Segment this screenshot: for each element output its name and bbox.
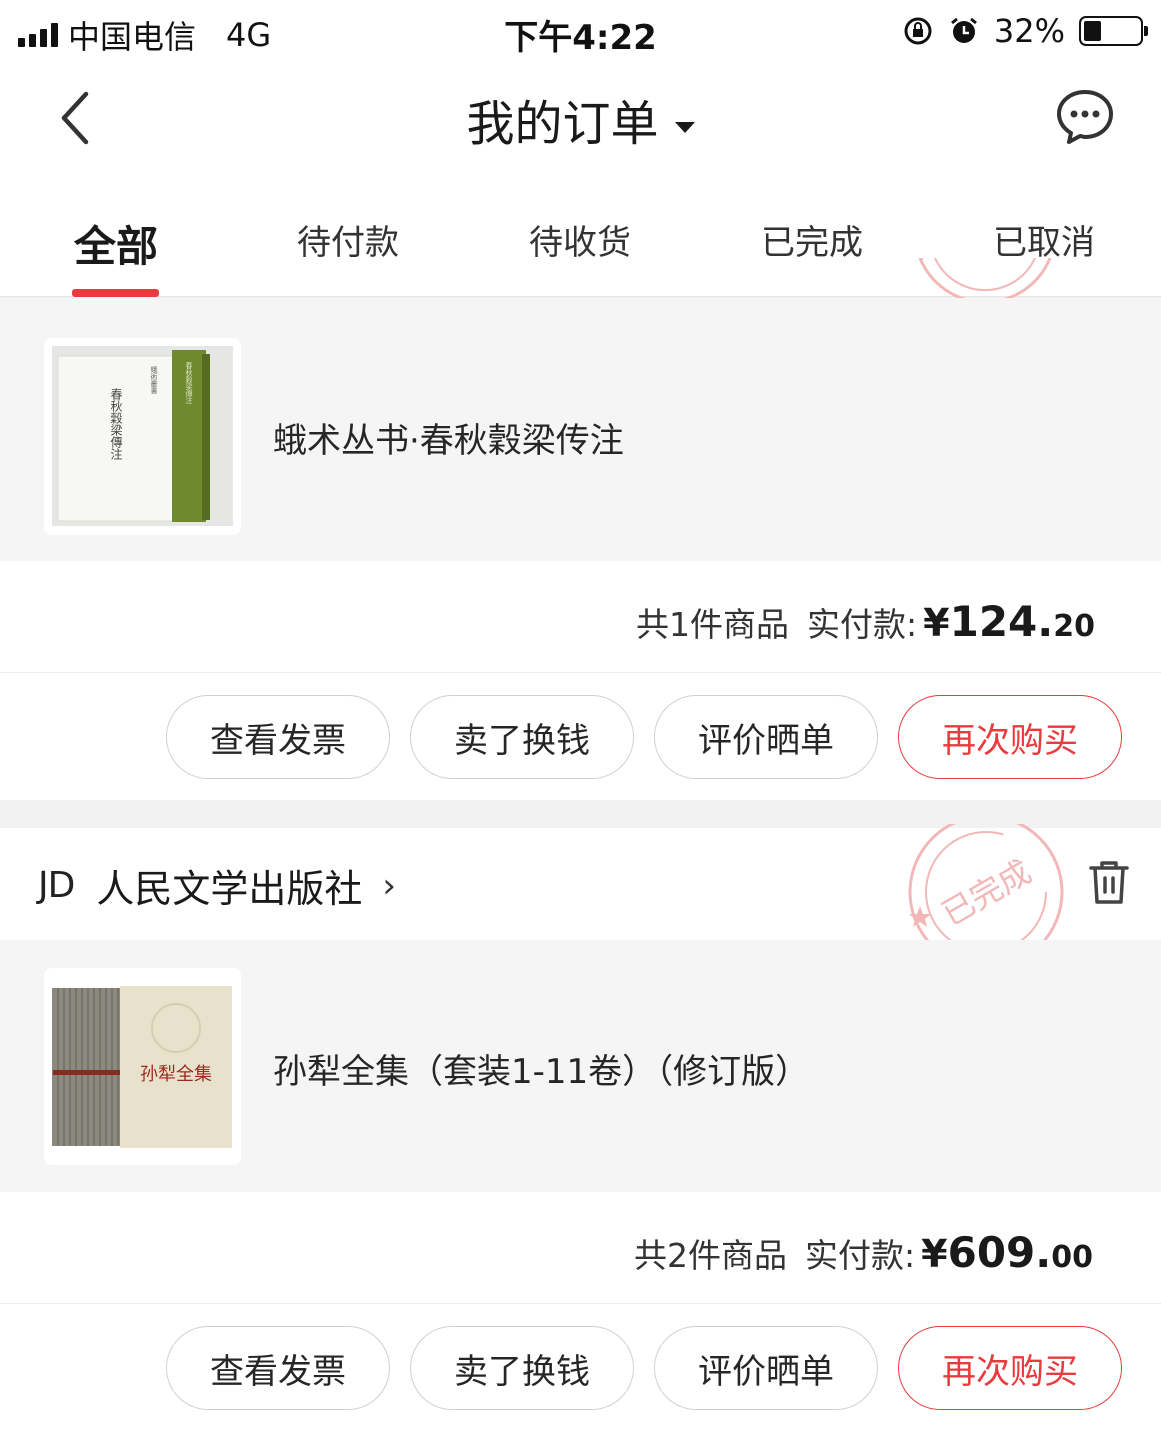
order-actions: 查看发票 卖了换钱 评价晒单 再次购买	[0, 1304, 1161, 1430]
status-bar: 中国电信 4G 下午4:22 32%	[0, 0, 1161, 60]
shop-link[interactable]: JD 人民文学出版社 ›	[38, 858, 396, 913]
currency-symbol: ¥	[921, 1232, 948, 1276]
tab-all[interactable]: 全部	[0, 213, 232, 274]
message-icon[interactable]	[1055, 86, 1115, 146]
order-card[interactable]: 春秋穀梁傳注 蛾術叢書 春秋穀梁傳注 蛾术丛书·春秋穀梁传注 共1件商品 实付款…	[0, 258, 1161, 800]
order-total: 共1件商品 实付款: ¥124.20	[636, 597, 1095, 646]
alarm-icon	[950, 17, 977, 43]
order-header: JD 人民文学出版社 › 已完成	[0, 824, 1161, 970]
product-row[interactable]: 孙犁全集 孙犁全集（套装1-11卷）（修订版）	[0, 940, 1161, 1192]
paid-label: 实付款:	[805, 1236, 916, 1275]
price-decimal: 00	[1051, 1240, 1093, 1275]
price-integer: 124.	[949, 597, 1054, 646]
page-title-dropdown[interactable]: 我的订单	[0, 84, 1161, 154]
paid-amount: ¥609.00	[921, 1228, 1093, 1277]
tab-bar: 全部 待付款 待收货 已完成 已取消	[0, 175, 1161, 297]
page-title: 我的订单	[466, 96, 659, 152]
stamp-text: 已完成	[935, 852, 1037, 933]
buy-again-button[interactable]: 再次购买	[898, 1326, 1122, 1410]
order-total: 共2件商品 实付款: ¥609.00	[634, 1228, 1093, 1277]
trash-icon[interactable]	[1087, 858, 1131, 906]
nav-bar: 我的订单	[0, 60, 1161, 175]
view-invoice-button[interactable]: 查看发票	[166, 1326, 390, 1410]
order-summary: 共2件商品 实付款: ¥609.00	[0, 1192, 1161, 1304]
shop-logo: JD	[38, 865, 75, 906]
book-set-title: 孙犁全集	[140, 1064, 212, 1085]
review-button[interactable]: 评价晒单	[654, 695, 878, 779]
product-thumbnail[interactable]: 春秋穀梁傳注 蛾術叢書 春秋穀梁傳注	[44, 338, 241, 535]
chevron-right-icon: ›	[382, 865, 396, 906]
paid-amount: ¥124.20	[923, 597, 1095, 646]
status-right: 32%	[902, 12, 1148, 50]
shop-name: 人民文学出版社	[96, 867, 363, 911]
resell-button[interactable]: 卖了换钱	[410, 695, 634, 779]
product-name[interactable]: 蛾术丛书·春秋穀梁传注	[273, 413, 624, 462]
tab-completed[interactable]: 已完成	[696, 215, 928, 264]
tab-indicator	[72, 289, 159, 297]
item-count: 共2件商品	[634, 1236, 788, 1275]
tab-pending-payment[interactable]: 待付款	[232, 215, 464, 264]
price-integer: 609.	[947, 1228, 1052, 1277]
battery-fill	[1084, 21, 1102, 41]
review-button[interactable]: 评价晒单	[654, 1326, 878, 1410]
product-row[interactable]: 春秋穀梁傳注 蛾術叢書 春秋穀梁傳注 蛾术丛书·春秋穀梁传注	[0, 298, 1161, 561]
product-thumbnail[interactable]: 孙犁全集	[44, 968, 241, 1165]
caret-down-icon	[674, 121, 695, 133]
svg-text:蛾術叢書: 蛾術叢書	[150, 365, 158, 395]
order-summary: 共1件商品 实付款: ¥124.20	[0, 561, 1161, 673]
order-actions: 查看发票 卖了换钱 评价晒单 再次购买	[0, 673, 1161, 799]
product-name[interactable]: 孙犁全集（套装1-11卷）（修订版）	[273, 1044, 809, 1093]
item-count: 共1件商品	[636, 605, 790, 644]
svg-text:春秋穀梁傳注: 春秋穀梁傳注	[109, 388, 123, 461]
resell-button[interactable]: 卖了换钱	[410, 1326, 634, 1410]
order-card[interactable]: JD 人民文学出版社 › 已完成 孙犁全集 孙犁全集（套装1-11卷）（修订版）…	[0, 824, 1161, 1440]
battery-icon	[1079, 16, 1148, 46]
battery-percent: 32%	[993, 12, 1065, 50]
tab-pending-receipt[interactable]: 待收货	[464, 215, 696, 264]
view-invoice-button[interactable]: 查看发票	[166, 695, 390, 779]
price-decimal: 20	[1053, 609, 1095, 644]
currency-symbol: ¥	[923, 601, 950, 645]
book-set-image: 孙犁全集	[44, 968, 241, 1165]
book-cover-image: 春秋穀梁傳注 蛾術叢書 春秋穀梁傳注	[44, 338, 241, 535]
buy-again-button[interactable]: 再次购买	[898, 695, 1122, 779]
svg-text:春秋穀梁傳注: 春秋穀梁傳注	[185, 361, 193, 405]
rotation-lock-icon	[904, 17, 932, 45]
paid-label: 实付款:	[807, 605, 918, 644]
tab-cancelled[interactable]: 已取消	[928, 215, 1160, 264]
